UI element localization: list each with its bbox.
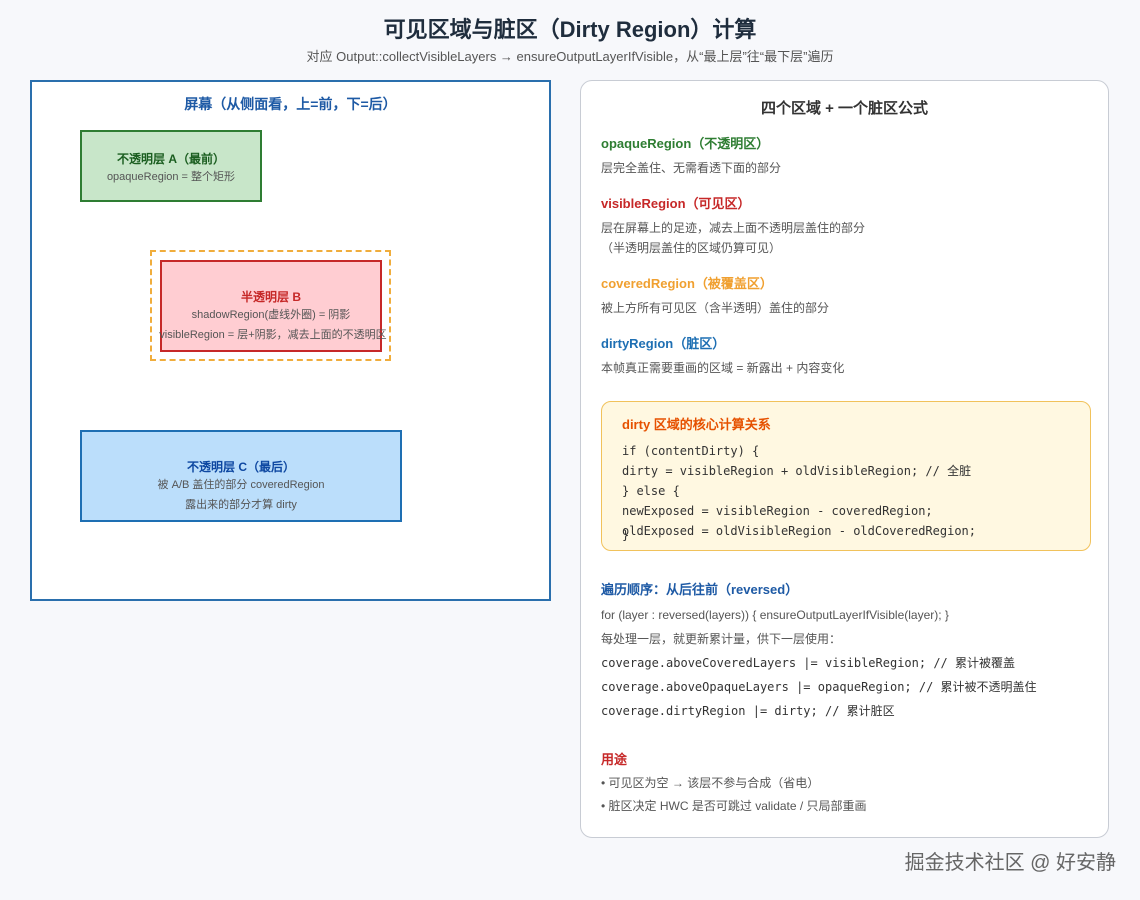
page-subtitle: 对应 Output::collectVisibleLayers → ensure… <box>306 49 834 64</box>
region-visible: visibleRegion（可见区） 层在屏幕上的足迹，减去上面不透明层盖住的部… <box>601 193 1091 258</box>
region-visible-desc-1: 层在屏幕上的足迹，减去上面不透明层盖住的部分 <box>601 221 866 235</box>
region-dirty-desc: 本帧真正需要重画的区域 = 新露出 + 内容变化 <box>601 361 845 375</box>
region-covered: coveredRegion（被覆盖区） 被上方所有可见区（含半透明）盖住的部分 <box>601 273 1091 318</box>
info-title: 四个区域 + 一个脏区公式 <box>760 100 929 117</box>
dirty-formula-title: dirty 区域的核心计算关系 <box>622 417 771 432</box>
layer-b-desc-1: shadowRegion(虚线外圈) = 阴影 <box>191 309 351 321</box>
traverse-section: 遍历顺序：从后往前（reversed） for (layer : reverse… <box>601 579 1091 723</box>
code-line: coverage.aboveCoveredLayers |= visibleRe… <box>601 656 1016 670</box>
traverse-loop: for (layer : reversed(layers)) { ensureO… <box>601 608 949 622</box>
translucent-layer-b: 半透明层 B shadowRegion(虚线外圈) = 阴影 visibleRe… <box>159 260 387 352</box>
usage-item: • 脏区决定 HWC 是否可跳过 validate / 只局部重画 <box>601 799 867 813</box>
info-panel: 四个区域 + 一个脏区公式 opaqueRegion（不透明区） 层完全盖住、无… <box>580 80 1109 838</box>
usage-section: 用途 • 可见区为空 → 该层不参与合成（省电） • 脏区决定 HWC 是否可跳过… <box>601 749 1091 818</box>
usage-title: 用途 <box>601 752 628 767</box>
layer-c-desc-2: 露出来的部分才算 dirty <box>185 499 297 511</box>
usage-list: • 可见区为空 → 该层不参与合成（省电） • 脏区决定 HWC 是否可跳过 va… <box>601 772 1091 818</box>
dirty-formula-box: dirty 区域的核心计算关系 if (contentDirty) { dirty… <box>601 401 1091 551</box>
region-visible-name: visibleRegion（可见区） <box>601 196 751 211</box>
page-title: 可见区域与脏区（Dirty Region）计算 <box>383 17 757 42</box>
region-visible-desc-2: （半透明层盖住的区域仍算可见） <box>601 241 782 255</box>
code-line: oldExposed = oldVisibleRegion - oldCover… <box>622 524 977 538</box>
screen-panel: 屏幕（从侧面看，上=前，下=后） 不透明层 A（最前） opaqueRegion… <box>30 80 551 601</box>
traverse-note: 每处理一层，就更新累计量，供下一层使用： <box>601 632 842 646</box>
region-covered-desc: 被上方所有可见区（含半透明）盖住的部分 <box>601 301 830 315</box>
dirty-formula-code: if (contentDirty) { dirty = visibleRegion… <box>622 441 1070 542</box>
code-line: } else { <box>622 484 680 498</box>
region-opaque: opaqueRegion（不透明区） 层完全盖住、无需看透下面的部分 <box>601 133 1091 178</box>
region-opaque-name: opaqueRegion（不透明区） <box>601 136 770 151</box>
layer-b-title: 半透明层 B <box>240 290 301 304</box>
region-visible-desc: 层在屏幕上的足迹，减去上面不透明层盖住的部分 （半透明层盖住的区域仍算可见） <box>601 218 1091 258</box>
code-line: newExposed = visibleRegion - coveredRegi… <box>622 504 933 518</box>
layer-a-desc: opaqueRegion = 整个矩形 <box>106 171 236 183</box>
layer-c-desc-1: 被 A/B 盖住的部分 coveredRegion <box>157 479 325 491</box>
traverse-title: 遍历顺序：从后往前（reversed） <box>601 582 799 597</box>
opaque-layer-c: 不透明层 C（最后） 被 A/B 盖住的部分 coveredRegion 露出来… <box>80 430 402 522</box>
region-opaque-desc: 层完全盖住、无需看透下面的部分 <box>601 161 782 175</box>
region-dirty-name: dirtyRegion（脏区） <box>601 336 726 351</box>
code-line: dirty = visibleRegion + oldVisibleRegion… <box>622 464 972 478</box>
layer-b-desc-2: visibleRegion = 层+阴影，减去上面的不透明区 <box>159 329 387 341</box>
layer-c-title: 不透明层 C（最后） <box>186 460 295 474</box>
opaque-layer-a: 不透明层 A（最前） opaqueRegion = 整个矩形 <box>80 130 262 202</box>
screen-title: 屏幕（从侧面看，上=前，下=后） <box>184 96 397 112</box>
traverse-code: coverage.aboveCoveredLayers |= visibleRe… <box>601 651 1091 723</box>
usage-item: • 可见区为空 → 该层不参与合成（省电） <box>601 776 820 790</box>
watermark: 掘金技术社区 @ 好安静 <box>904 852 1116 874</box>
region-dirty: dirtyRegion（脏区） 本帧真正需要重画的区域 = 新露出 + 内容变化 <box>601 333 1091 378</box>
code-line: coverage.dirtyRegion |= dirty; // 累计脏区 <box>601 704 895 718</box>
region-covered-name: coveredRegion（被覆盖区） <box>601 276 773 291</box>
code-closing-brace: } <box>622 528 630 542</box>
code-line: if (contentDirty) { <box>622 444 760 458</box>
code-line: coverage.aboveOpaqueLayers |= opaqueRegi… <box>601 680 1037 694</box>
layer-a-title: 不透明层 A（最前） <box>116 152 225 166</box>
